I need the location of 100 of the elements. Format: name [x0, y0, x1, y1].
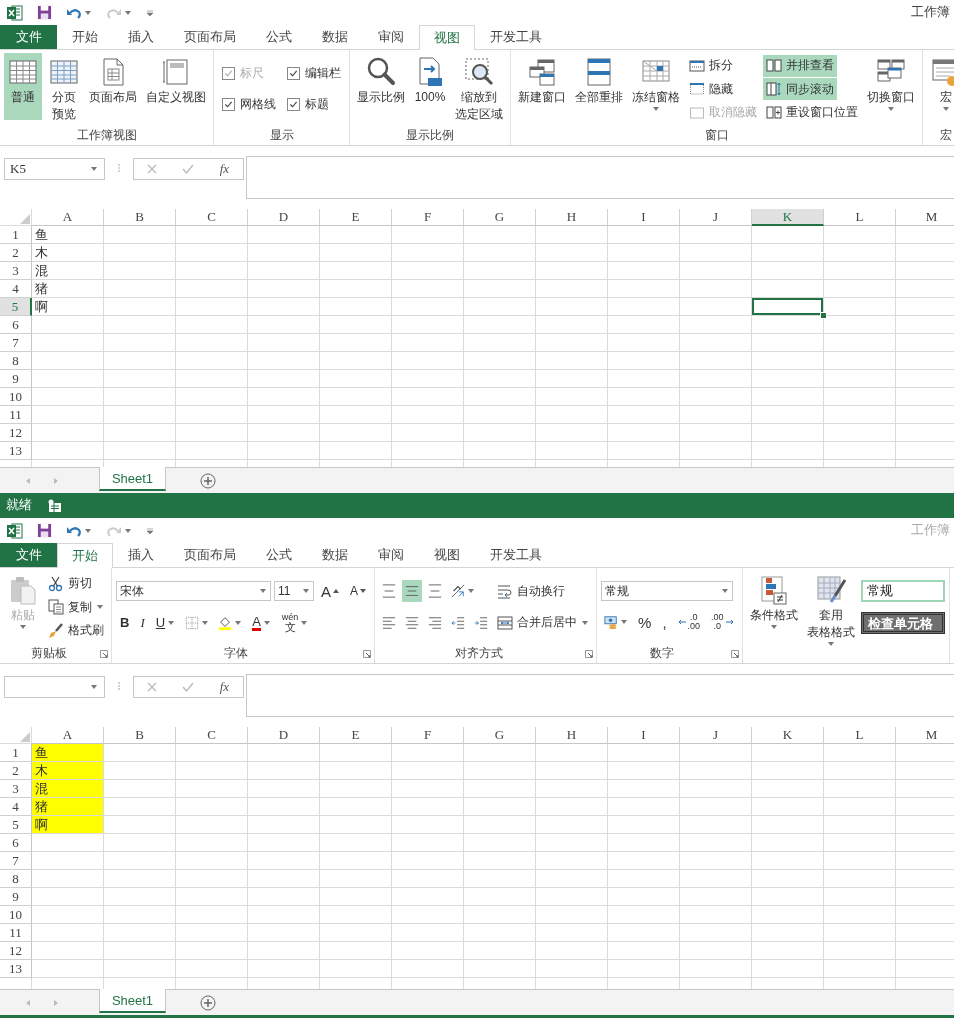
ribbon-tab[interactable]: 开发工具 — [475, 25, 557, 49]
dropdown-field[interactable]: 常规 — [601, 581, 734, 601]
column-header[interactable]: K — [752, 209, 824, 226]
row-header[interactable]: 9 — [0, 888, 32, 906]
row-header[interactable]: 7 — [0, 334, 32, 352]
column-header[interactable]: F — [392, 727, 464, 744]
column-header[interactable]: H — [536, 209, 608, 226]
column-header[interactable]: L — [824, 727, 896, 744]
previous-sheet-icon[interactable] — [24, 477, 32, 485]
save-icon[interactable] — [37, 5, 52, 20]
ribbon-button[interactable]: 同步滚动 — [763, 78, 837, 100]
file-tab[interactable]: 文件 — [0, 25, 57, 49]
name-box[interactable]: K5 — [4, 158, 105, 180]
fill-handle[interactable] — [820, 312, 827, 319]
row-header[interactable]: 1 — [0, 744, 32, 762]
row-header[interactable]: 6 — [0, 834, 32, 852]
dropdown-field[interactable]: 宋体 — [116, 581, 271, 602]
ribbon-button[interactable]: 缩放到 选定区域 — [452, 53, 506, 124]
column-header[interactable]: A — [32, 209, 104, 226]
format-button[interactable]: wén 文 — [277, 611, 313, 634]
customize-icon[interactable] — [146, 8, 154, 17]
ribbon-button[interactable]: 分页 预览 — [45, 53, 83, 124]
ribbon-button[interactable]: 重设窗口位置 — [763, 101, 861, 124]
row-header[interactable]: 10 — [0, 906, 32, 924]
ribbon-button[interactable]: 切换窗口 — [864, 53, 918, 120]
ribbon-tab[interactable]: 视图 — [419, 543, 475, 567]
ribbon-tab[interactable]: 数据 — [307, 543, 363, 567]
ribbon-button[interactable]: 宏 — [927, 53, 954, 120]
column-header[interactable]: J — [680, 209, 752, 226]
insert-function-button[interactable]: fx — [217, 161, 232, 177]
ribbon-button[interactable]: 页面布局 — [86, 53, 140, 120]
dialog-launcher-icon[interactable] — [585, 650, 594, 658]
previous-sheet-icon[interactable] — [24, 999, 32, 1007]
column-header[interactable]: D — [248, 727, 320, 744]
ribbon-button[interactable]: 剪切 — [45, 572, 95, 595]
row-header[interactable]: 12 — [0, 942, 32, 960]
enter-icon[interactable] — [181, 163, 194, 175]
ribbon-button[interactable]: 套用 表格格式 — [803, 571, 858, 648]
row-header[interactable]: 13 — [0, 442, 32, 460]
column-header[interactable]: B — [104, 727, 176, 744]
ribbon-button[interactable]: 全部重排 — [572, 53, 626, 120]
ribbon-button[interactable]: 合并后居中 — [494, 611, 593, 634]
row-header[interactable]: 11 — [0, 924, 32, 942]
add-sheet-icon[interactable] — [200, 995, 216, 1011]
column-header[interactable]: G — [464, 209, 536, 226]
ribbon-button[interactable]: 冻结窗格 — [629, 53, 683, 120]
column-header[interactable]: A — [32, 727, 104, 744]
file-tab[interactable]: 文件 — [0, 543, 57, 567]
ribbon-tab[interactable]: 公式 — [251, 543, 307, 567]
cancel-icon[interactable] — [145, 163, 158, 175]
ribbon-button[interactable]: 普通 — [4, 53, 42, 120]
cell-style-option[interactable]: 常规 — [860, 580, 945, 603]
column-header[interactable]: G — [464, 727, 536, 744]
spreadsheet-logo-icon[interactable] — [7, 522, 23, 539]
format-button[interactable]: I — [136, 611, 149, 634]
add-sheet-icon[interactable] — [200, 473, 216, 489]
cancel-icon[interactable] — [145, 681, 158, 693]
dropdown-field[interactable]: 11 — [274, 581, 314, 602]
format-button[interactable]: A — [248, 611, 275, 634]
format-button[interactable]: .00 .0 — [707, 611, 738, 633]
ribbon-tab[interactable]: 插入 — [113, 25, 169, 49]
format-button[interactable]: A — [317, 580, 343, 603]
row-header[interactable]: 8 — [0, 352, 32, 370]
row-header[interactable]: 9 — [0, 370, 32, 388]
ribbon-button[interactable]: 复制 — [45, 596, 107, 618]
format-button[interactable]: A — [346, 580, 371, 603]
row-header[interactable]: 11 — [0, 406, 32, 424]
ribbon-button[interactable]: 自动换行 — [494, 580, 569, 603]
format-button[interactable]: % — [634, 611, 656, 633]
format-button[interactable]: U — [151, 611, 180, 634]
ribbon-button[interactable] — [402, 580, 423, 603]
dialog-launcher-icon[interactable] — [730, 650, 739, 658]
row-header[interactable]: 2 — [0, 762, 32, 780]
formula-input[interactable] — [246, 156, 954, 199]
ribbon-button[interactable]: 显示比例 — [354, 53, 408, 120]
column-header[interactable]: B — [104, 209, 176, 226]
column-header[interactable]: H — [536, 727, 608, 744]
ribbon-button[interactable]: 条件格式 — [746, 571, 801, 638]
ribbon-tab[interactable]: 审阅 — [363, 543, 419, 567]
sheet-tab[interactable]: Sheet1 — [99, 467, 166, 491]
spreadsheet-logo-icon[interactable] — [7, 4, 23, 21]
save-icon[interactable] — [37, 523, 52, 538]
row-header[interactable]: 5 — [0, 816, 32, 834]
column-header[interactable]: C — [176, 727, 248, 744]
customize-icon[interactable] — [146, 526, 154, 535]
ribbon-button[interactable]: 100% — [411, 53, 449, 120]
ribbon-tab[interactable]: 页面布局 — [169, 25, 251, 49]
ribbon-button[interactable]: 隐藏 — [686, 78, 736, 100]
column-header[interactable]: E — [320, 209, 392, 226]
row-header[interactable]: 10 — [0, 388, 32, 406]
checkbox[interactable]: 标题 — [283, 93, 333, 116]
row-header[interactable]: 3 — [0, 780, 32, 798]
row-header[interactable]: 8 — [0, 870, 32, 888]
row-header[interactable]: 4 — [0, 798, 32, 816]
name-box[interactable] — [4, 676, 105, 698]
ribbon-button[interactable]: 拆分 — [686, 54, 736, 77]
format-button[interactable]: , — [658, 611, 671, 633]
ribbon-button[interactable]: 并排查看 — [763, 54, 837, 77]
column-header[interactable]: I — [608, 209, 680, 226]
row-header[interactable]: 6 — [0, 316, 32, 334]
